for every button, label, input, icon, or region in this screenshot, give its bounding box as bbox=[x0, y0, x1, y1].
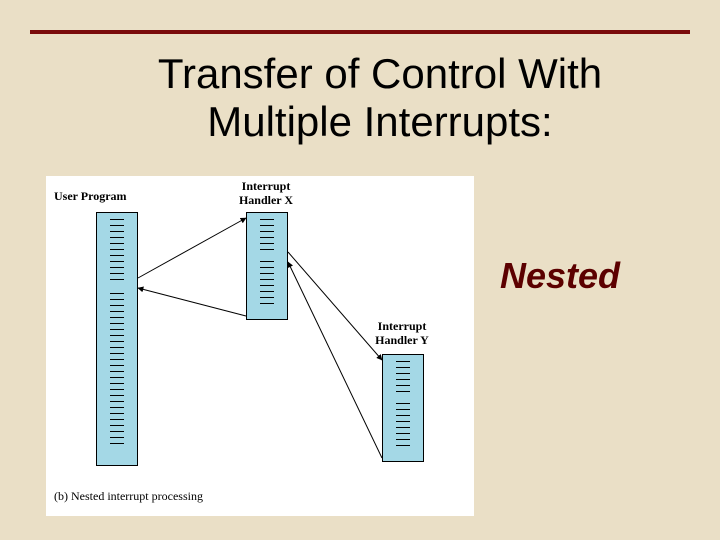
diagram-caption: (b) Nested interrupt processing bbox=[54, 489, 203, 504]
title-line-2: Multiple Interrupts: bbox=[207, 98, 552, 145]
user-program-box bbox=[96, 212, 138, 466]
label-handler-x-line1: Interrupt bbox=[242, 179, 291, 193]
code-dashes bbox=[396, 403, 410, 450]
label-user-program: User Program bbox=[54, 190, 154, 204]
page-title: Transfer of Control With Multiple Interr… bbox=[100, 50, 660, 147]
handler-x-box bbox=[246, 212, 288, 320]
header-divider bbox=[30, 30, 690, 34]
code-dashes bbox=[110, 219, 124, 284]
label-handler-y-line2: Handler Y bbox=[375, 333, 429, 347]
code-dashes bbox=[260, 219, 274, 254]
label-handler-y-line1: Interrupt bbox=[378, 319, 427, 333]
diagram-panel: User Program Interrupt Handler X Interru… bbox=[46, 176, 474, 516]
code-dashes bbox=[396, 361, 410, 396]
label-handler-x-line2: Handler X bbox=[239, 193, 293, 207]
label-handler-y: Interrupt Handler Y bbox=[362, 320, 442, 348]
title-line-1: Transfer of Control With bbox=[158, 50, 602, 97]
label-handler-x: Interrupt Handler X bbox=[226, 180, 306, 208]
code-dashes bbox=[110, 293, 124, 448]
nested-label: Nested bbox=[460, 255, 660, 297]
handler-y-box bbox=[382, 354, 424, 462]
code-dashes bbox=[260, 261, 274, 308]
